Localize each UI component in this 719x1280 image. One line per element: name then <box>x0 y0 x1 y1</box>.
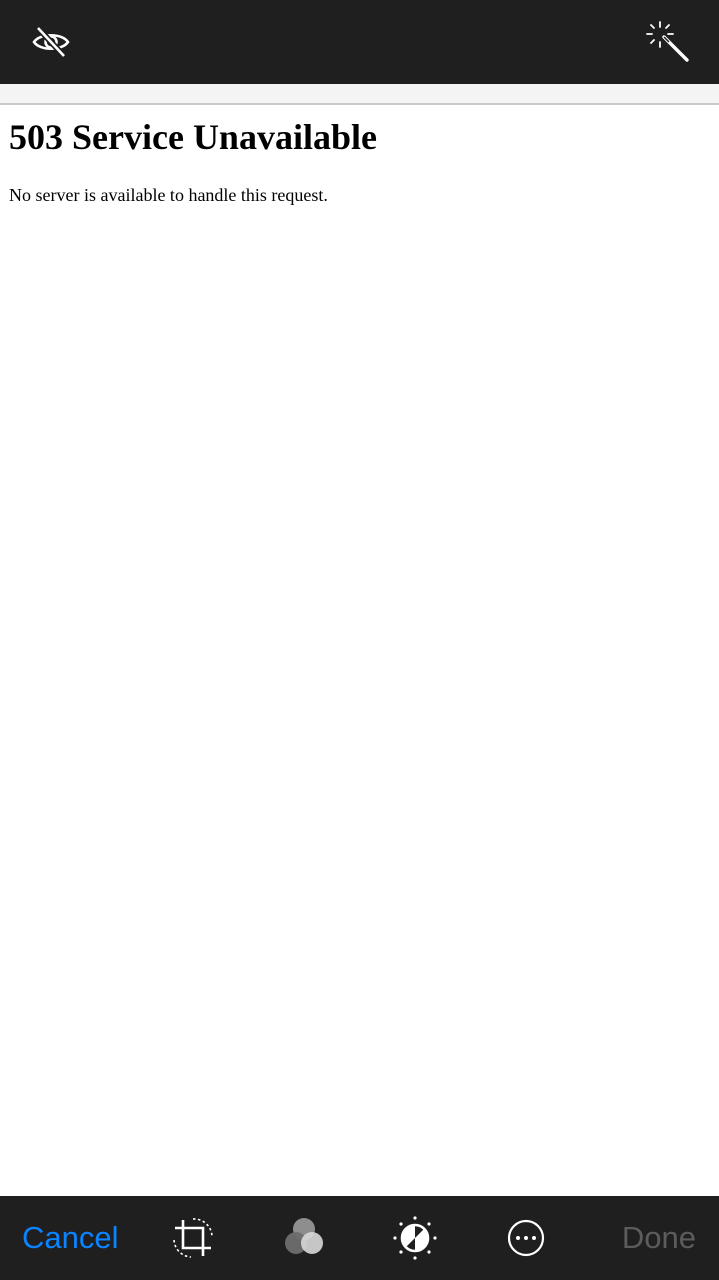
adjust-icon <box>393 1216 437 1260</box>
done-button[interactable]: Done <box>622 1196 696 1280</box>
bottom-toolbar: Cancel Done <box>0 1196 719 1280</box>
filters-button[interactable] <box>276 1196 332 1280</box>
photo-canvas: 503 Service Unavailable No server is ava… <box>0 84 719 1196</box>
error-heading: 503 Service Unavailable <box>9 117 377 157</box>
crop-rotate-icon <box>173 1218 213 1258</box>
more-options-button[interactable] <box>498 1196 554 1280</box>
page-top-strip <box>0 84 719 105</box>
eye-slash-icon <box>32 25 70 59</box>
error-message: No server is available to handle this re… <box>9 185 328 205</box>
cancel-button[interactable]: Cancel <box>22 1196 119 1280</box>
adjust-button[interactable] <box>387 1196 443 1280</box>
auto-enhance-button[interactable] <box>645 18 693 66</box>
magic-wand-icon <box>646 21 689 62</box>
crop-button[interactable] <box>165 1196 221 1280</box>
filters-icon <box>285 1218 323 1254</box>
more-options-icon <box>507 1219 545 1257</box>
top-toolbar <box>0 0 719 84</box>
hide-photo-button[interactable] <box>27 18 75 66</box>
